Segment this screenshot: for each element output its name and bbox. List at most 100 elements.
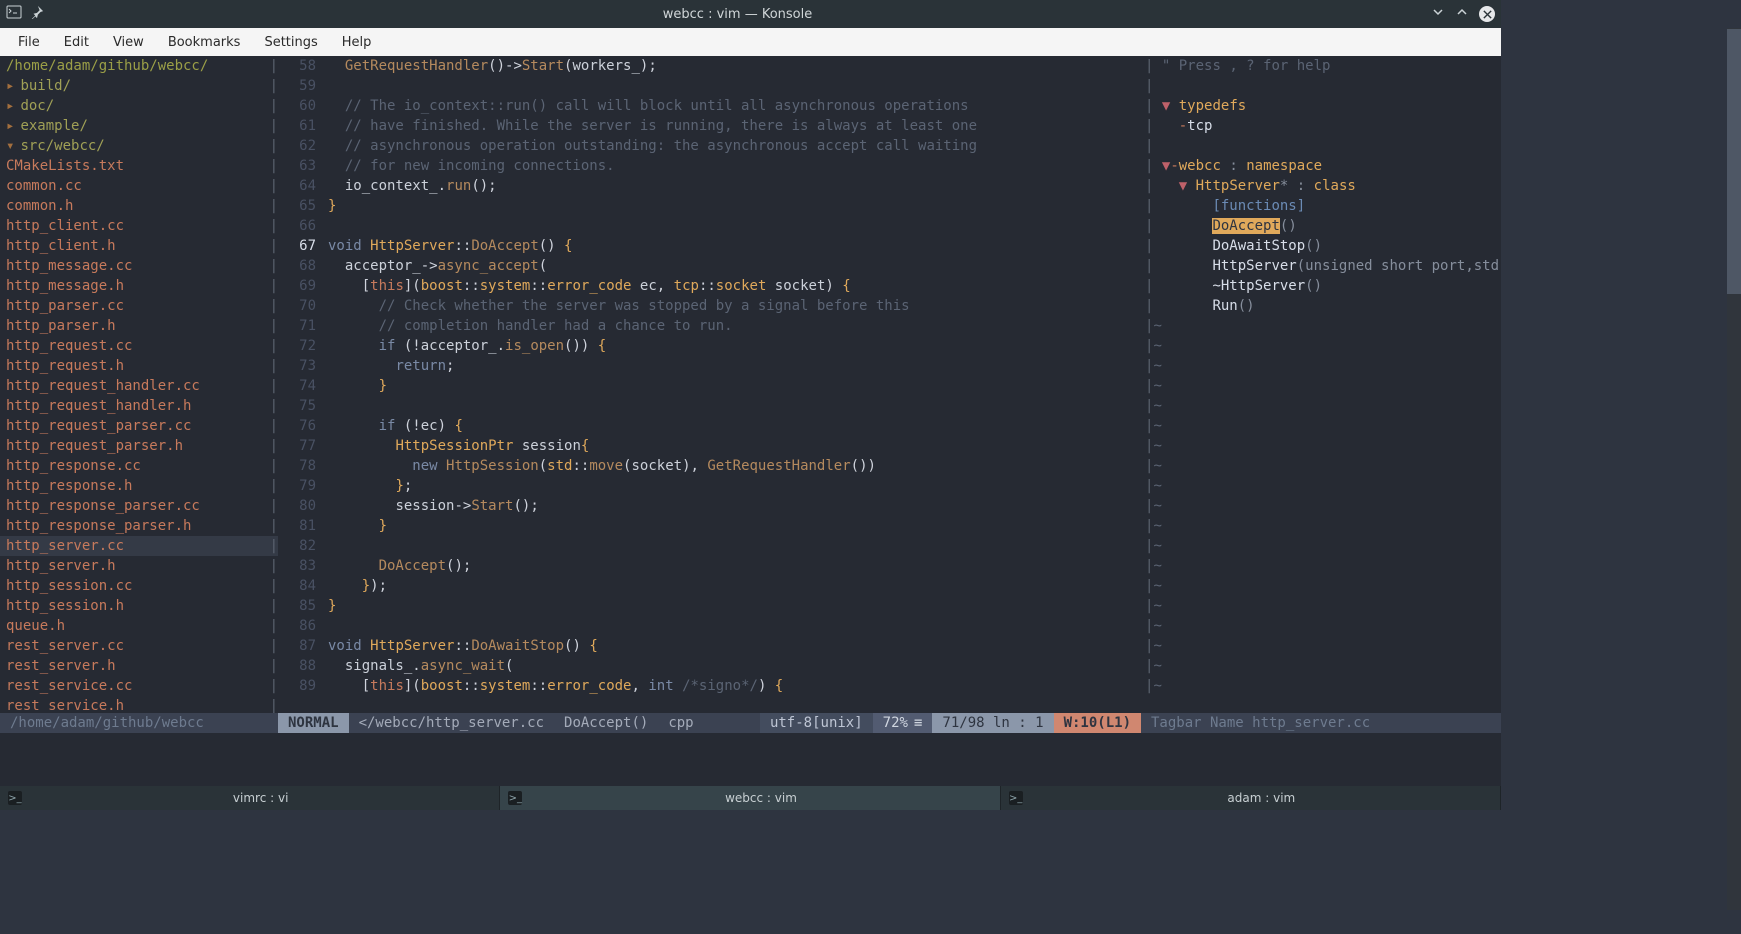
close-icon[interactable] — [1479, 6, 1495, 22]
tree-file[interactable]: http_server.cc — [0, 536, 278, 556]
pin-icon[interactable] — [30, 5, 44, 23]
code-line[interactable]: 61 // have finished. While the server is… — [278, 116, 1141, 136]
menu-file[interactable]: File — [8, 32, 50, 53]
tree-file[interactable]: http_response.cc — [0, 456, 278, 476]
code-line[interactable]: 77 HttpSessionPtr session{ — [278, 436, 1141, 456]
tagbar-row[interactable]: | ▼ typedefs — [1141, 96, 1501, 116]
code-line[interactable]: 70 // Check whether the server was stopp… — [278, 296, 1141, 316]
code-line[interactable]: 65} — [278, 196, 1141, 216]
code-line[interactable]: 86 — [278, 616, 1141, 636]
tagbar-row[interactable]: | ~HttpServer() — [1141, 276, 1501, 296]
tagbar-row[interactable]: | — [1141, 136, 1501, 156]
menu-edit[interactable]: Edit — [54, 32, 99, 53]
command-area[interactable] — [0, 733, 1501, 786]
folder-arrow-icon: ▸ — [6, 76, 14, 96]
tagbar-empty: |~ — [1141, 576, 1501, 596]
tree-file[interactable]: http_response.h — [0, 476, 278, 496]
tree-file[interactable]: common.h — [0, 196, 278, 216]
tree-file[interactable]: http_client.h — [0, 236, 278, 256]
code-line[interactable]: 74 } — [278, 376, 1141, 396]
tagbar-row[interactable]: | HttpServer(unsigned short port,std — [1141, 256, 1501, 276]
menu-settings[interactable]: Settings — [254, 32, 327, 53]
code-line[interactable]: 64 io_context_.run(); — [278, 176, 1141, 196]
tree-file[interactable]: http_response_parser.cc — [0, 496, 278, 516]
tree-file[interactable]: http_client.cc — [0, 216, 278, 236]
code-line[interactable]: 81 } — [278, 516, 1141, 536]
code-line[interactable]: 87void HttpServer::DoAwaitStop() { — [278, 636, 1141, 656]
tree-file[interactable]: http_request_handler.h — [0, 396, 278, 416]
tagbar-row[interactable]: | DoAccept() — [1141, 216, 1501, 236]
code-line[interactable]: 75 — [278, 396, 1141, 416]
tagbar-row[interactable]: | — [1141, 76, 1501, 96]
code-line[interactable]: 69 [this](boost::system::error_code ec, … — [278, 276, 1141, 296]
code-line[interactable]: 85} — [278, 596, 1141, 616]
code-line[interactable]: 60 // The io_context::run() call will bl… — [278, 96, 1141, 116]
tree-file[interactable]: http_request_parser.h — [0, 436, 278, 456]
tagbar-row[interactable]: | [functions] — [1141, 196, 1501, 216]
file-tree[interactable]: /home/adam/github/webcc/ ▸build/▸doc/▸ex… — [0, 56, 278, 713]
tree-file[interactable]: http_request_parser.cc — [0, 416, 278, 436]
tree-file[interactable]: http_parser.h — [0, 316, 278, 336]
tree-file[interactable]: rest_server.cc — [0, 636, 278, 656]
tree-file[interactable]: queue.h — [0, 616, 278, 636]
code-line[interactable]: 89 [this](boost::system::error_code, int… — [278, 676, 1141, 696]
code-line[interactable]: 82 — [278, 536, 1141, 556]
tagbar-row[interactable]: | ▼-webcc : namespace — [1141, 156, 1501, 176]
tagbar-row[interactable]: | Run() — [1141, 296, 1501, 316]
tagbar-row[interactable]: | " Press , ? for help — [1141, 56, 1501, 76]
code-editor[interactable]: 58 GetRequestHandler()->Start(workers_);… — [278, 56, 1141, 713]
code-line[interactable]: 76 if (!ec) { — [278, 416, 1141, 436]
statusline: NORMAL </webcc/http_server.cc DoAccept()… — [278, 713, 1141, 733]
code-line[interactable]: 84 }); — [278, 576, 1141, 596]
tree-folder[interactable]: ▸build/ — [0, 76, 278, 96]
tree-file[interactable]: rest_service.h — [0, 696, 278, 713]
tree-folder[interactable]: ▸example/ — [0, 116, 278, 136]
terminal-tab[interactable]: >_adam : vim — [1001, 786, 1501, 810]
code-line[interactable]: 59 — [278, 76, 1141, 96]
code-line[interactable]: 66 — [278, 216, 1141, 236]
tree-file[interactable]: http_message.h — [0, 276, 278, 296]
code-line[interactable]: 71 // completion handler had a chance to… — [278, 316, 1141, 336]
code-line[interactable]: 80 session->Start(); — [278, 496, 1141, 516]
tagbar-row[interactable]: | DoAwaitStop() — [1141, 236, 1501, 256]
tree-file[interactable]: common.cc — [0, 176, 278, 196]
folder-arrow-icon: ▸ — [6, 96, 14, 116]
menu-bookmarks[interactable]: Bookmarks — [158, 32, 251, 53]
code-line[interactable]: 58 GetRequestHandler()->Start(workers_); — [278, 56, 1141, 76]
scrollbar[interactable] — [1727, 28, 1741, 910]
tree-file[interactable]: http_parser.cc — [0, 296, 278, 316]
code-line[interactable]: 78 new HttpSession(std::move(socket), Ge… — [278, 456, 1141, 476]
code-line[interactable]: 67void HttpServer::DoAccept() { — [278, 236, 1141, 256]
code-line[interactable]: 62 // asynchronous operation outstanding… — [278, 136, 1141, 156]
menu-view[interactable]: View — [103, 32, 154, 53]
tree-file[interactable]: http_session.cc — [0, 576, 278, 596]
menu-help[interactable]: Help — [332, 32, 382, 53]
tagbar-row[interactable]: | -tcp — [1141, 116, 1501, 136]
code-line[interactable]: 63 // for new incoming connections. — [278, 156, 1141, 176]
code-line[interactable]: 72 if (!acceptor_.is_open()) { — [278, 336, 1141, 356]
tree-file[interactable]: http_server.h — [0, 556, 278, 576]
terminal-tab[interactable]: >_webcc : vim — [500, 786, 1000, 810]
minimize-icon[interactable] — [1431, 5, 1445, 23]
code-line[interactable]: 83 DoAccept(); — [278, 556, 1141, 576]
tree-file[interactable]: http_request_handler.cc — [0, 376, 278, 396]
tree-file[interactable]: rest_service.cc — [0, 676, 278, 696]
code-line[interactable]: 73 return; — [278, 356, 1141, 376]
tree-file[interactable]: CMakeLists.txt — [0, 156, 278, 176]
tree-folder[interactable]: ▾src/webcc/ — [0, 136, 278, 156]
tree-file[interactable]: http_request.h — [0, 356, 278, 376]
maximize-icon[interactable] — [1455, 5, 1469, 23]
code-line[interactable]: 88 signals_.async_wait( — [278, 656, 1141, 676]
tree-file[interactable]: rest_server.h — [0, 656, 278, 676]
tree-file[interactable]: http_request.cc — [0, 336, 278, 356]
tagbar[interactable]: | " Press , ? for help| | ▼ typedefs| -t… — [1141, 56, 1501, 713]
scrollbar-thumb[interactable] — [1727, 29, 1741, 294]
tree-file[interactable]: http_session.h — [0, 596, 278, 616]
tree-file[interactable]: http_message.cc — [0, 256, 278, 276]
terminal-tab[interactable]: >_vimrc : vi — [0, 786, 500, 810]
tree-folder[interactable]: ▸doc/ — [0, 96, 278, 116]
code-line[interactable]: 68 acceptor_->async_accept( — [278, 256, 1141, 276]
tree-file[interactable]: http_response_parser.h — [0, 516, 278, 536]
tagbar-row[interactable]: | ▼ HttpServer* : class — [1141, 176, 1501, 196]
code-line[interactable]: 79 }; — [278, 476, 1141, 496]
